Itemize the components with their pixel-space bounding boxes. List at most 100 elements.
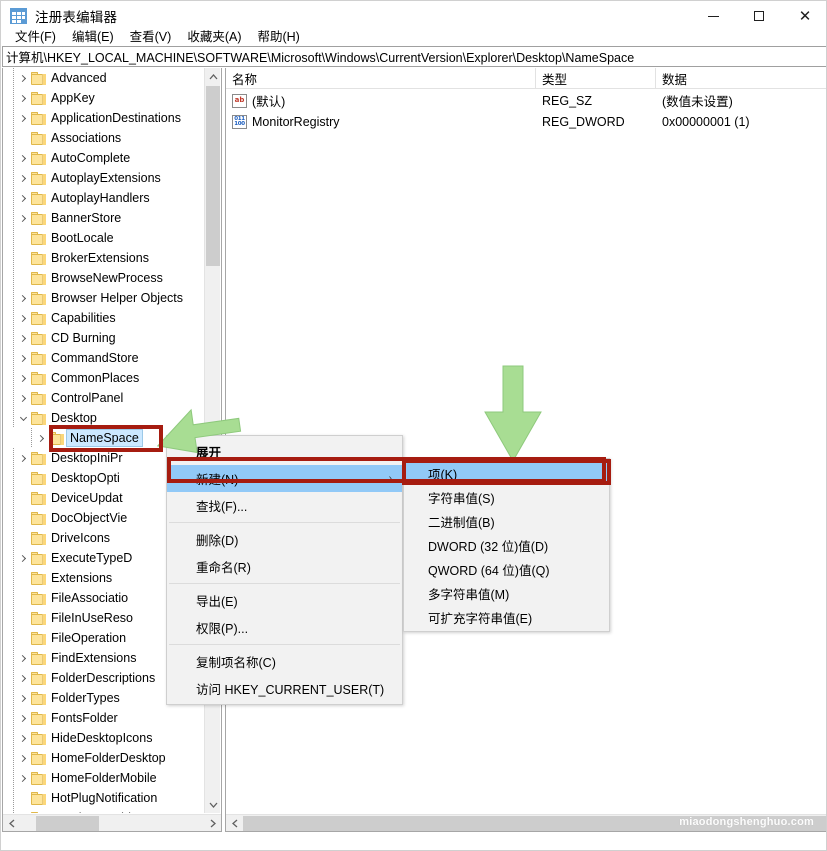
column-header-data[interactable]: 数据 (656, 68, 826, 89)
tree-item-bootlocale[interactable]: BootLocale (3, 228, 206, 248)
context-menu-item[interactable]: 权限(P)... (167, 614, 402, 641)
folder-icon (31, 331, 46, 345)
tree-item-hotplugnotification[interactable]: HotPlugNotification (3, 788, 206, 808)
new-submenu[interactable]: 项(K) 字符串值(S) 二进制值(B) DWORD (32 位)值(D) QWORD … (403, 458, 610, 632)
context-menu-item[interactable]: 重命名(R) (167, 553, 402, 580)
table-row[interactable]: 011 100 MonitorRegistry REG_DWORD 0x00000001… (226, 111, 826, 132)
tree-item-browsenewprocess[interactable]: BrowseNewProcess (3, 268, 206, 288)
tree-item-browser-helper-objects[interactable]: Browser Helper Objects (3, 288, 206, 308)
tree-guide-line (13, 808, 14, 813)
submenu-item[interactable]: 项(K) (404, 461, 609, 485)
tree-item-autoplayextensions[interactable]: AutoplayExtensions (3, 168, 206, 188)
chevron-right-icon[interactable] (15, 710, 31, 726)
context-menu-item[interactable]: 访问 HKEY_CURRENT_USER(T) (167, 675, 402, 702)
scroll-up-icon[interactable] (205, 68, 221, 85)
menu-edit[interactable]: 编辑(E) (64, 23, 122, 48)
chevron-right-icon[interactable] (15, 650, 31, 666)
chevron-right-icon[interactable] (15, 190, 31, 206)
submenu-item[interactable]: 多字符串值(M) (404, 581, 609, 605)
chevron-right-icon[interactable] (15, 750, 31, 766)
context-menu-item[interactable]: 删除(D) (167, 526, 402, 553)
tree-item-appkey[interactable]: AppKey (3, 88, 206, 108)
column-header-type[interactable]: 类型 (536, 68, 656, 89)
tree-item-fontsfolder[interactable]: FontsFolder (3, 708, 206, 728)
tree-item-autocomplete[interactable]: AutoComplete (3, 148, 206, 168)
chevron-right-icon[interactable] (15, 350, 31, 366)
registry-context-menu[interactable]: 展开 新建(N) › 查找(F)... 删除(D) 重命名(R) 导出(E) 权限(P)...… (166, 435, 403, 705)
scroll-right-icon[interactable] (204, 815, 221, 831)
table-row[interactable]: ab (默认) REG_SZ (数值未设置) (226, 90, 826, 111)
tree-item-cd-burning[interactable]: CD Burning (3, 328, 206, 348)
tree-item-commandstore[interactable]: CommandStore (3, 348, 206, 368)
chevron-right-icon[interactable] (15, 670, 31, 686)
context-menu-item[interactable]: 查找(F)... (167, 492, 402, 519)
tree-item-controlpanel[interactable]: ControlPanel (3, 388, 206, 408)
menu-view[interactable]: 查看(V) (122, 23, 180, 48)
tree-item-desktop[interactable]: Desktop (3, 408, 206, 428)
chevron-right-icon[interactable] (15, 330, 31, 346)
tree-item-bannerstore[interactable]: BannerStore (3, 208, 206, 228)
context-menu-item[interactable]: 新建(N) › (167, 465, 402, 492)
folder-icon (31, 791, 46, 805)
scroll-left-icon[interactable] (3, 815, 20, 832)
submenu-item[interactable]: 字符串值(S) (404, 485, 609, 509)
values-horizontal-scrollbar[interactable] (226, 814, 826, 831)
tree-item-autoplayhandlers[interactable]: AutoplayHandlers (3, 188, 206, 208)
tree-item-hotplugprovider[interactable]: HotPlugProvider (3, 808, 206, 813)
chevron-right-icon[interactable] (15, 690, 31, 706)
address-bar[interactable]: 计算机\HKEY_LOCAL_MACHINE\SOFTWARE\Microsof… (2, 46, 826, 67)
chevron-right-icon[interactable] (15, 290, 31, 306)
context-menu-item[interactable]: 复制项名称(C) (167, 648, 402, 675)
chevron-right-icon[interactable] (15, 70, 31, 86)
values-column-header: 名称 类型 数据 (226, 68, 826, 89)
tree-item-commonplaces[interactable]: CommonPlaces (3, 368, 206, 388)
tree-item-capabilities[interactable]: Capabilities (3, 308, 206, 328)
submenu-item-label: 项(K) (428, 467, 458, 482)
menu-file[interactable]: 文件(F) (7, 23, 64, 48)
context-menu-item[interactable]: 展开 (167, 438, 402, 465)
chevron-right-icon[interactable] (15, 770, 31, 786)
tree-item-hidedesktopicons[interactable]: HideDesktopIcons (3, 728, 206, 748)
tree-item-homefolderdesktop[interactable]: HomeFolderDesktop (3, 748, 206, 768)
chevron-right-icon[interactable] (15, 170, 31, 186)
tree-guide-line (13, 308, 14, 328)
chevron-down-icon[interactable] (15, 410, 31, 426)
chevron-right-icon[interactable] (15, 210, 31, 226)
values-hscroll-thumb[interactable] (243, 816, 826, 831)
chevron-right-icon[interactable] (15, 450, 31, 466)
folder-icon (31, 151, 46, 165)
chevron-right-icon[interactable] (15, 550, 31, 566)
tree-scroll-thumb[interactable] (206, 86, 220, 266)
chevron-right-icon[interactable] (15, 370, 31, 386)
submenu-item[interactable]: 可扩充字符串值(E) (404, 605, 609, 629)
menu-help[interactable]: 帮助(H) (249, 23, 307, 48)
tree-item-brokerextensions[interactable]: BrokerExtensions (3, 248, 206, 268)
tree-guide-line (13, 628, 14, 648)
tree-guide-line (13, 268, 14, 288)
chevron-right-icon[interactable] (15, 90, 31, 106)
menu-separator (169, 583, 400, 584)
chevron-right-icon[interactable] (15, 390, 31, 406)
chevron-right-icon[interactable] (15, 730, 31, 746)
chevron-right-icon[interactable] (15, 110, 31, 126)
chevron-right-icon[interactable] (33, 430, 49, 446)
menu-favorites[interactable]: 收藏夹(A) (179, 23, 249, 48)
chevron-right-icon[interactable] (15, 150, 31, 166)
tree-item-associations[interactable]: Associations (3, 128, 206, 148)
scroll-down-icon[interactable] (205, 796, 221, 813)
column-header-name[interactable]: 名称 (226, 68, 536, 89)
tree-hscroll-thumb[interactable] (36, 816, 99, 831)
values-scroll-left-icon[interactable] (226, 815, 243, 832)
chevron-right-icon[interactable] (15, 310, 31, 326)
submenu-item[interactable]: DWORD (32 位)值(D) (404, 533, 609, 557)
tree-item-homefoldermobile[interactable]: HomeFolderMobile (3, 768, 206, 788)
tree-horizontal-scrollbar[interactable] (3, 814, 221, 831)
tree-item-advanced[interactable]: Advanced (3, 68, 206, 88)
tree-guide-line (13, 708, 14, 728)
submenu-item[interactable]: QWORD (64 位)值(Q) (404, 557, 609, 581)
submenu-item[interactable]: 二进制值(B) (404, 509, 609, 533)
context-menu-item[interactable]: 导出(E) (167, 587, 402, 614)
tree-item-applicationdestinations[interactable]: ApplicationDestinations (3, 108, 206, 128)
